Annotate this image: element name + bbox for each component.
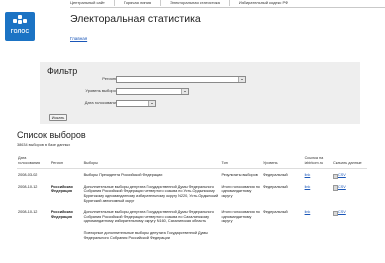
izbirkom-link[interactable]: link xyxy=(305,185,311,189)
nav-link-main-site[interactable]: Центральный сайт xyxy=(70,0,115,6)
cell-region xyxy=(50,227,83,243)
cell-region: Российская Федерация xyxy=(50,184,73,194)
column-header-link: Ссылка на izbirkom.ru xyxy=(303,155,332,170)
nav-link-electoral-code[interactable]: Избирательный кодекс РФ xyxy=(230,0,297,6)
cell-level: Федеральный xyxy=(263,184,288,189)
chevron-down-icon xyxy=(148,101,155,106)
cell-date: 2008-10-12 xyxy=(18,210,38,215)
table-row: 2008-03-02 Выборы Президента Российской … xyxy=(17,169,367,181)
cell-type: Итоги голосования по одномандатному окру… xyxy=(221,210,260,224)
date-label: Дата голосования xyxy=(84,100,118,105)
level-label: Уровень выборов xyxy=(85,88,118,93)
region-select[interactable] xyxy=(116,76,246,83)
level-select[interactable] xyxy=(116,88,189,95)
table-header-row: Дата голосования Регион Выборы Тип Урове… xyxy=(17,155,367,170)
region-label: Регионы xyxy=(102,76,118,81)
cell-election: Выборы Президента Российской Федерации xyxy=(83,173,163,178)
golos-logo[interactable]: ГОЛОС xyxy=(5,12,35,41)
cell-region: Российская Федерация xyxy=(50,210,73,219)
csv-download-link[interactable]: CSV xyxy=(333,185,346,189)
cell-election: Повторные дополнительные выборы депутата… xyxy=(83,230,208,240)
column-header-election[interactable]: Выборы xyxy=(82,155,221,170)
elections-list-title: Список выборов xyxy=(17,130,86,140)
nav-link-electoral-stats[interactable]: Электоральная статистика xyxy=(161,0,230,6)
cell-region xyxy=(50,169,83,181)
cell-election: Дополнительные выборы депутата Государст… xyxy=(83,210,214,224)
cell-level: Федеральный xyxy=(263,210,288,215)
csv-download-link[interactable]: CSV xyxy=(333,210,346,214)
elections-table: Дата голосования Регион Выборы Тип Урове… xyxy=(17,155,367,243)
page-title: Электоральная статистика xyxy=(70,13,201,25)
breadcrumb-home[interactable]: Главная xyxy=(70,36,87,41)
cell-type: Результаты выборов xyxy=(221,173,258,178)
cell-date xyxy=(17,227,50,243)
csv-download-link[interactable]: CSV xyxy=(333,173,346,177)
column-header-region[interactable]: Регион xyxy=(49,155,83,170)
top-navigation: Центральный сайт Горячая линия Электорал… xyxy=(0,0,385,8)
column-header-date[interactable]: Дата голосования xyxy=(17,155,50,170)
cell-date: 2008-03-02 xyxy=(18,173,38,178)
filter-panel: Фильтр Регионы Уровень выборов Дата голо… xyxy=(40,62,360,124)
logo-mark-icon xyxy=(13,15,27,27)
cell-election: Дополнительные выборы депутата Государст… xyxy=(83,184,219,203)
logo-text: ГОЛОС xyxy=(10,29,30,35)
table-row: Повторные дополнительные выборы депутата… xyxy=(17,227,367,243)
cell-level: Федеральный xyxy=(263,173,288,178)
nav-divider xyxy=(70,7,385,8)
nav-link-hotline[interactable]: Горячая линия xyxy=(115,0,162,6)
table-row: 2008-10-12 Российская Федерация Дополнит… xyxy=(17,181,367,206)
column-header-type[interactable]: Тип xyxy=(220,155,262,170)
column-header-download: Скачать данные xyxy=(332,155,367,170)
izbirkom-link[interactable]: link xyxy=(305,173,311,177)
cell-level xyxy=(262,227,304,243)
cell-type xyxy=(220,227,262,243)
table-row: 2008-10-12 Российская Федерация Дополнит… xyxy=(17,206,367,227)
search-button[interactable]: Искать xyxy=(49,114,67,121)
elections-count: 38634 выборов в базе данных xyxy=(17,143,71,147)
chevron-down-icon xyxy=(238,77,245,82)
cell-type: Итоги голосования по одномандатному окру… xyxy=(221,184,260,198)
column-header-level[interactable]: Уровень xyxy=(262,155,304,170)
cell-date: 2008-10-12 xyxy=(18,184,38,189)
izbirkom-link[interactable]: link xyxy=(305,210,311,214)
date-select[interactable] xyxy=(116,100,156,107)
chevron-down-icon xyxy=(181,89,188,94)
